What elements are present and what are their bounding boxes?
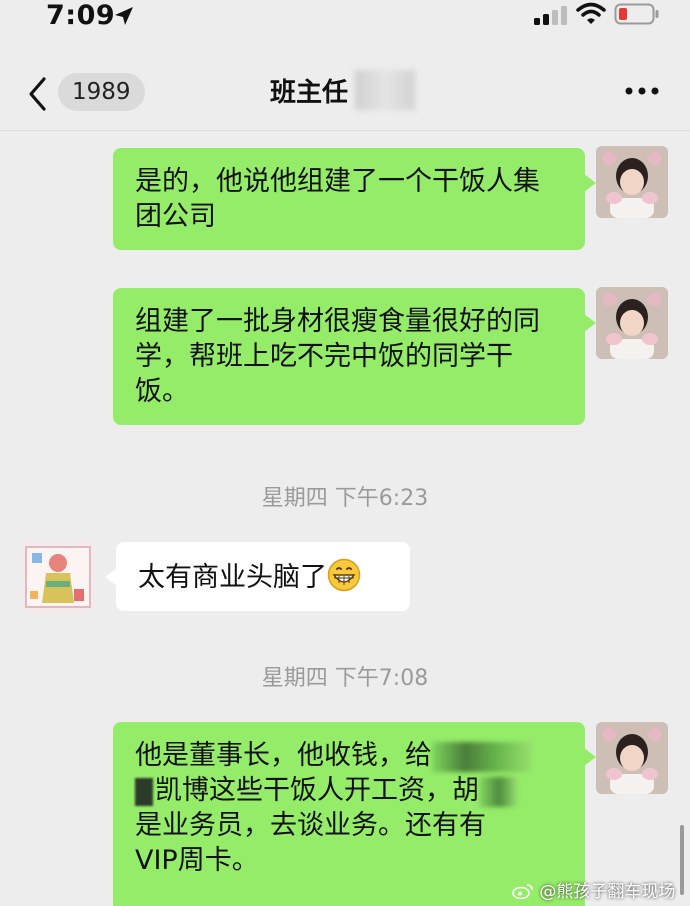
watermark-text: @熊孩子翻车现场 <box>539 882 676 902</box>
avatar-photo <box>596 287 668 359</box>
avatar[interactable] <box>596 722 668 794</box>
message-text-line: 凯博这些干饭人开工资，胡 <box>135 773 561 808</box>
redacted-name <box>355 70 415 110</box>
avatar[interactable] <box>596 146 668 218</box>
weibo-logo-icon <box>512 884 533 899</box>
redacted-text <box>479 776 519 807</box>
message-timestamp: 星期四 下午7:08 <box>261 666 429 691</box>
redacted-text <box>432 741 532 772</box>
unread-count-badge[interactable]: 1989 <box>58 73 145 111</box>
scrollbar-thumb[interactable] <box>680 825 684 895</box>
status-bar: 7:09 <box>0 0 690 40</box>
avatar[interactable] <box>596 287 668 359</box>
watermark: @熊孩子翻车现场 <box>512 877 675 902</box>
message-text: 组建了一批身材很瘦食量很好的同学，帮班上吃不完中饭的同学干饭。 <box>135 306 540 407</box>
grinning-face-icon <box>327 558 361 592</box>
message-text: 太有商业头脑了 <box>138 562 327 593</box>
signal-icon <box>534 6 567 25</box>
message-bubble-sent[interactable]: 组建了一批身材很瘦食量很好的同学，帮班上吃不完中饭的同学干饭。 <box>113 288 596 425</box>
avatar-photo <box>596 722 668 794</box>
wifi-icon <box>576 2 606 24</box>
message-text-line: VIP周卡。 <box>135 845 259 876</box>
avatar[interactable] <box>22 541 94 613</box>
message-bubble-received[interactable]: 太有商业头脑了 <box>105 542 410 611</box>
location-arrow-icon <box>115 7 133 25</box>
message-text-line: 他是董事长，他收钱，给 <box>135 738 561 773</box>
battery-low-icon <box>614 3 659 25</box>
message-text: 是的，他说他组建了一个干饭人集团公司 <box>135 166 540 232</box>
chat-title: 班主任 <box>270 78 349 108</box>
more-options-icon[interactable] <box>624 85 660 97</box>
message-timestamp: 星期四 下午6:23 <box>261 486 429 511</box>
redacted-text <box>135 777 153 806</box>
status-time: 7:09 <box>46 0 116 31</box>
message-text-line: 是业务员，去谈业务。还有有 <box>135 810 486 841</box>
chat-header: 1989 班主任 <box>0 50 690 131</box>
back-chevron-icon[interactable] <box>26 76 50 112</box>
avatar-photo <box>596 146 668 218</box>
avatar-photo <box>22 541 94 613</box>
message-bubble-sent[interactable]: 是的，他说他组建了一个干饭人集团公司 <box>113 148 596 250</box>
